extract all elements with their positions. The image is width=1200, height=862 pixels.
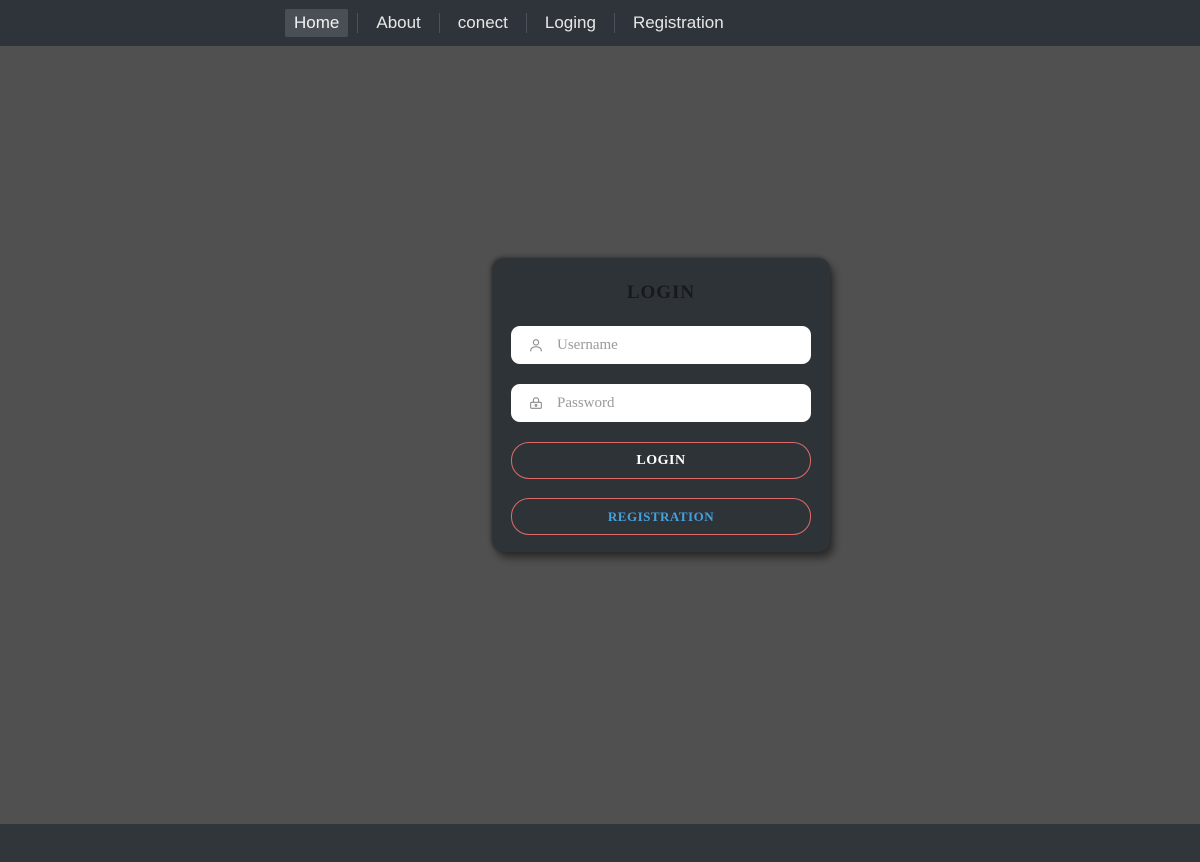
username-input[interactable] xyxy=(557,326,799,364)
login-title: LOGIN xyxy=(626,282,696,303)
nav-separator xyxy=(613,13,615,33)
top-navbar: Home About conect Loging Registration xyxy=(0,0,1200,46)
username-field-wrapper xyxy=(511,326,811,364)
nav-separator xyxy=(525,13,527,33)
password-input[interactable] xyxy=(557,384,799,422)
nav-item-about[interactable]: About xyxy=(367,9,429,37)
nav-separator xyxy=(438,13,440,33)
password-field-wrapper xyxy=(511,384,811,422)
login-card: LOGIN LOGIN REGISTRATION xyxy=(492,258,830,552)
nav-separator xyxy=(357,13,359,33)
footer-bar xyxy=(0,824,1200,862)
nav-item-home[interactable]: Home xyxy=(285,9,349,37)
login-button[interactable]: LOGIN xyxy=(511,442,811,479)
nav-item-conect[interactable]: conect xyxy=(449,9,517,37)
nav-item-loging[interactable]: Loging xyxy=(536,9,605,37)
lock-icon xyxy=(527,394,545,412)
registration-button[interactable]: REGISTRATION xyxy=(511,498,811,535)
nav-item-registration[interactable]: Registration xyxy=(624,9,733,37)
nav-list: Home About conect Loging Registration xyxy=(285,0,733,46)
user-icon xyxy=(527,336,545,354)
